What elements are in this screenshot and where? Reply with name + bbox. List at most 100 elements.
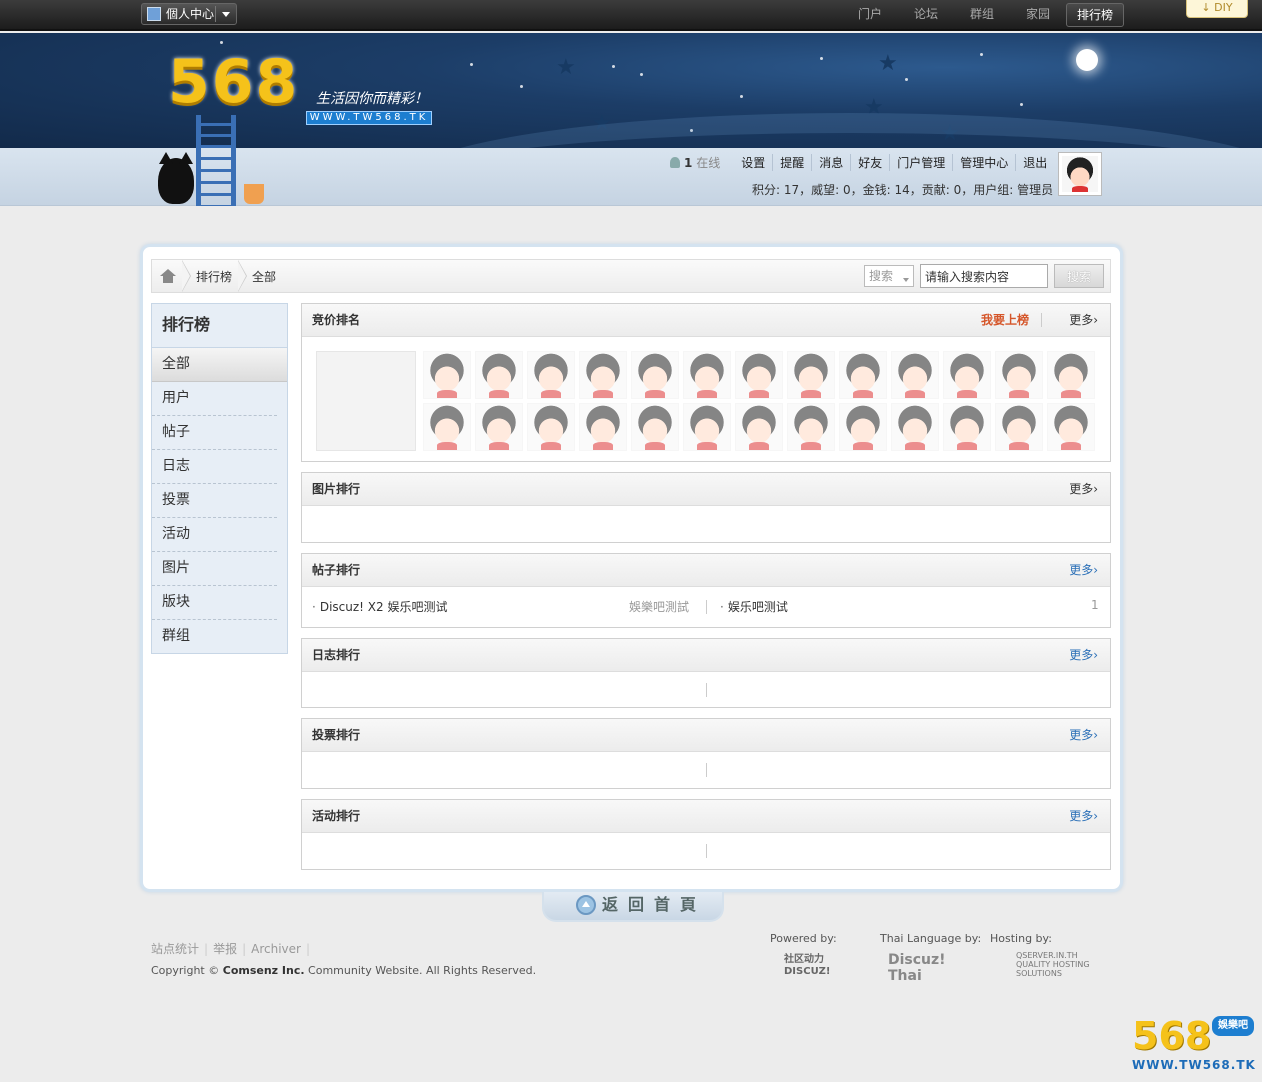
picture-more-link[interactable]: 更多› (1069, 473, 1098, 505)
caret-down-icon[interactable] (222, 12, 230, 17)
user-center-icon (147, 7, 161, 21)
settings-link[interactable]: 设置 (734, 154, 772, 171)
avatar-face-icon (736, 352, 782, 399)
thread-title[interactable]: Discuz! X2 娱乐吧测试 (320, 600, 448, 614)
bid-avatar-thumb[interactable] (839, 403, 887, 451)
poll-ranking-header: 投票排行 更多› (302, 719, 1110, 752)
nav-ranklist[interactable]: 排行榜 (1066, 3, 1124, 27)
discuz-thai-logo[interactable]: Discuz! Thai (888, 952, 978, 984)
portal-admin-link[interactable]: 门户管理 (889, 153, 952, 171)
bid-avatar-thumb[interactable] (943, 403, 991, 451)
sidebar-item-pictures[interactable]: 图片 (152, 552, 277, 586)
bid-avatar-thumb[interactable] (995, 351, 1043, 399)
bid-avatar-thumb[interactable] (735, 351, 783, 399)
user-center-dropdown[interactable]: 個人中心 (141, 3, 237, 25)
bid-avatar-thumb[interactable] (1047, 351, 1095, 399)
sidebar-item-threads[interactable]: 帖子 (152, 416, 277, 450)
admin-center-link[interactable]: 管理中心 (952, 153, 1015, 171)
avatar-face-icon (684, 352, 730, 399)
bid-featured-slot[interactable] (316, 351, 416, 451)
home-icon[interactable] (160, 269, 176, 283)
caret-down-icon (903, 278, 909, 282)
archiver-link[interactable]: Archiver (251, 942, 301, 956)
bid-avatar-thumb[interactable] (475, 403, 523, 451)
plant-decoration (244, 184, 264, 204)
diy-button[interactable]: ↓ DIY (1186, 0, 1248, 18)
event-more-link[interactable]: 更多› (1069, 800, 1098, 832)
thread-forum-label[interactable]: 娛樂吧測試 (629, 598, 689, 615)
copyright-company[interactable]: Comsenz Inc. (223, 964, 305, 977)
avatar-face-icon (580, 404, 626, 451)
sidebar-item-polls[interactable]: 投票 (152, 484, 277, 518)
user-credits[interactable]: 积分: 17，威望: 0，金钱: 14，贡献: 0，用户组: 管理员 (752, 181, 1053, 198)
bid-avatar-thumb[interactable] (839, 351, 887, 399)
bid-avatar-thumb[interactable] (423, 403, 471, 451)
bid-avatar-thumb[interactable] (579, 351, 627, 399)
discuz-logo[interactable]: 社区动力 DISCUZ! (784, 954, 864, 978)
bid-avatar-thumb[interactable] (787, 403, 835, 451)
reminders-link[interactable]: 提醒 (772, 153, 811, 171)
avatar-face-icon (580, 352, 626, 399)
friends-link[interactable]: 好友 (850, 153, 889, 171)
bid-avatar-thumb[interactable] (475, 351, 523, 399)
bid-avatar-thumb[interactable] (735, 403, 783, 451)
nav-forum[interactable]: 论坛 (898, 3, 954, 27)
nav-group[interactable]: 群组 (954, 3, 1010, 27)
thread-more-link[interactable]: 更多› (1069, 554, 1098, 586)
avatar-face-icon (996, 404, 1042, 451)
bid-avatar-thumb[interactable] (891, 403, 939, 451)
sidebar-item-blogs[interactable]: 日志 (152, 450, 277, 484)
bid-avatar-thumb[interactable] (527, 403, 575, 451)
search-type-select[interactable]: 搜索 (864, 265, 914, 287)
avatar-face-icon (944, 352, 990, 399)
sidebar-item-groups[interactable]: 群组 (152, 620, 277, 654)
blog-more-link[interactable]: 更多› (1069, 639, 1098, 671)
breadcrumb-ranklist[interactable]: 排行榜 (196, 268, 232, 285)
thread-title[interactable]: 娱乐吧测试 (728, 600, 788, 614)
avatar-face-icon (1062, 156, 1098, 192)
want-to-rank-link[interactable]: 我要上榜 (981, 313, 1042, 327)
watermark-logo: 568 娛樂吧 WWW.TW568.TK (1132, 1014, 1256, 1076)
avatar-face-icon (476, 404, 522, 451)
bid-avatar-thumb[interactable] (683, 351, 731, 399)
sidebar-item-all[interactable]: 全部 (152, 348, 287, 382)
messages-link[interactable]: 消息 (811, 153, 850, 171)
copyright-suffix: Community Website. All Rights Reserved. (308, 964, 537, 977)
qserver-logo[interactable]: QSERVER.IN.TH QUALITY HOSTING SOLUTIONS (1016, 951, 1106, 978)
bid-more-link[interactable]: 更多› (1069, 304, 1098, 336)
bid-avatar-thumb[interactable] (943, 351, 991, 399)
bid-avatar-thumb[interactable] (579, 403, 627, 451)
bid-avatar-thumb[interactable] (423, 351, 471, 399)
bid-avatar-thumb[interactable] (995, 403, 1043, 451)
list-item[interactable]: · Discuz! X2 娱乐吧测试 (312, 598, 447, 615)
bid-avatar-thumb[interactable] (631, 403, 679, 451)
back-to-home-button[interactable]: 返回首頁 (542, 892, 724, 922)
bid-avatar-thumb[interactable] (787, 351, 835, 399)
poll-more-link[interactable]: 更多› (1069, 719, 1098, 751)
sidebar-item-events[interactable]: 活动 (152, 518, 277, 552)
breadcrumb-separator (238, 260, 248, 292)
list-item[interactable]: · 娱乐吧测试 (720, 598, 788, 615)
search-button[interactable]: 搜索 (1054, 264, 1104, 288)
nav-portal[interactable]: 门户 (842, 3, 898, 27)
bullet-icon: · (312, 600, 316, 614)
bid-avatar-thumb[interactable] (891, 351, 939, 399)
bid-avatar-thumb[interactable] (683, 403, 731, 451)
divider (706, 683, 707, 697)
bullet-icon: · (720, 600, 724, 614)
avatar[interactable] (1058, 152, 1102, 196)
site-logo[interactable]: 568 (168, 47, 299, 117)
report-link[interactable]: 举报 (213, 942, 237, 956)
divider: | (242, 942, 247, 956)
search-input[interactable] (920, 264, 1048, 288)
online-status[interactable]: 1 在线 (670, 154, 720, 171)
sidebar-item-users[interactable]: 用户 (152, 382, 277, 416)
bid-avatar-thumb[interactable] (1047, 403, 1095, 451)
bid-avatar-thumb[interactable] (527, 351, 575, 399)
nav-home[interactable]: 家园 (1010, 3, 1066, 27)
logout-link[interactable]: 退出 (1015, 153, 1054, 171)
sidebar-item-forums[interactable]: 版块 (152, 586, 277, 620)
site-stats-link[interactable]: 站点统计 (151, 942, 199, 956)
bid-avatar-thumb[interactable] (631, 351, 679, 399)
site-slogan: 生活因你而精彩！ (316, 91, 428, 107)
